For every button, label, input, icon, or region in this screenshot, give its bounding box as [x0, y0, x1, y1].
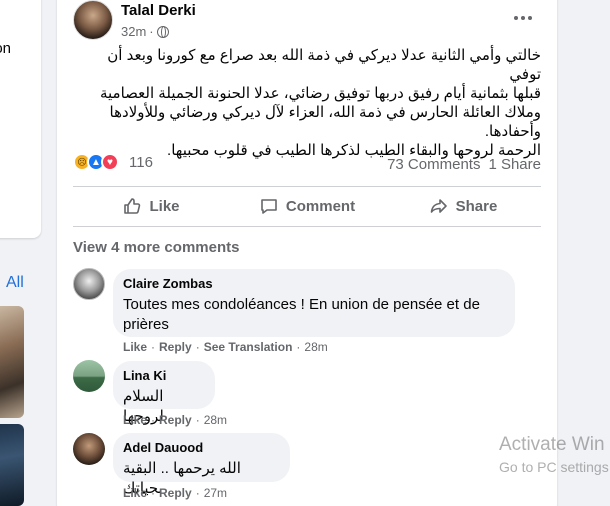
comment-like-link[interactable]: Like — [123, 486, 147, 500]
commenter-avatar[interactable] — [73, 268, 105, 300]
post-timestamp[interactable]: 32m — [121, 24, 146, 39]
comment-reply-link[interactable]: Reply — [159, 486, 192, 500]
story-thumbnail[interactable] — [0, 306, 24, 418]
watermark-line-2: Go to PC settings — [499, 459, 609, 475]
comment-like-link[interactable]: Like — [123, 340, 147, 354]
reaction-count: 116 — [129, 153, 153, 171]
globe-icon — [156, 25, 169, 38]
comment-actions: Like · Reply · 27m — [123, 486, 228, 500]
post-text-line: خالتي وأمي الثانية عدلا ديركي في ذمة الل… — [107, 47, 541, 83]
post-meta: 32m · — [121, 24, 169, 39]
divider — [73, 186, 541, 187]
post-author-avatar[interactable] — [73, 0, 113, 40]
see-all-link[interactable]: All — [6, 274, 24, 292]
post-text-line: وأحفادها. — [484, 123, 541, 140]
comment-actions: Like · Reply · See Translation · 28m — [123, 340, 328, 354]
comment-bubble: Lina Ki السلام لروحها — [113, 361, 215, 425]
engagement-counts: 73 Comments 1 Share — [387, 156, 541, 173]
love-reaction-icon: ♥ — [101, 153, 119, 171]
left-panel-card: on — [0, 0, 41, 238]
share-arrow-icon — [430, 199, 447, 213]
divider — [73, 226, 541, 227]
dot-icon — [521, 16, 525, 20]
comment-bubble-icon — [261, 199, 277, 214]
like-button[interactable]: Like — [73, 188, 229, 224]
dot-icon — [528, 16, 532, 20]
post-text-line: قبلها بثمانية أيام رفيق دربها توفيق رضائ… — [99, 85, 541, 102]
commenter-name[interactable]: Lina Ki — [123, 368, 203, 384]
commenter-avatar[interactable] — [73, 433, 105, 465]
comments-count-link[interactable]: 73 Comments — [387, 156, 480, 173]
reaction-summary[interactable]: ☹ ▲ ♥ 116 — [73, 153, 153, 171]
activation-watermark: Activate Win Go to PC settings — [499, 434, 609, 475]
commenter-name[interactable]: Adel Dauood — [123, 440, 278, 456]
comment-reply-link[interactable]: Reply — [159, 413, 192, 427]
comment-timestamp[interactable]: 27m — [204, 486, 227, 500]
comment-timestamp[interactable]: 28m — [204, 413, 227, 427]
story-thumbnail[interactable] — [0, 424, 24, 506]
see-translation-link[interactable]: See Translation — [204, 340, 293, 354]
comment-actions: Like · Reply · 28m — [123, 413, 228, 427]
thumbs-up-icon — [124, 198, 141, 214]
comment-like-link[interactable]: Like — [123, 413, 147, 427]
post-text-line: وملاك العائلة الحارس في ذمة الله، العزاء… — [109, 104, 541, 121]
shares-count-link[interactable]: 1 Share — [488, 156, 541, 173]
like-button-label: Like — [149, 197, 180, 215]
commenter-avatar[interactable] — [73, 360, 105, 392]
comment-reply-link[interactable]: Reply — [159, 340, 192, 354]
comment-timestamp[interactable]: 28m — [304, 340, 327, 354]
post-options-button[interactable] — [508, 8, 538, 28]
comment-button-label: Comment — [285, 197, 356, 215]
share-button-label: Share — [455, 197, 498, 215]
dot-icon — [514, 16, 518, 20]
post-author-name[interactable]: Talal Derki — [121, 2, 196, 19]
watermark-line-1: Activate Win — [499, 434, 605, 455]
commenter-name[interactable]: Claire Zombas — [123, 276, 503, 292]
comment-bubble: Adel Dauood الله يرحمها .. البقية بحياتك — [113, 433, 290, 497]
comment-bubble: Claire Zombas Toutes mes condoléances ! … — [113, 269, 515, 337]
post-action-bar: Like Comment Share — [73, 188, 541, 224]
left-panel-fragment-text: on — [0, 40, 11, 57]
share-button[interactable]: Share — [385, 188, 541, 224]
view-more-comments-link[interactable]: View 4 more comments — [73, 239, 239, 256]
post-body-text: خالتي وأمي الثانية عدلا ديركي في ذمة الل… — [73, 46, 541, 160]
comment-button[interactable]: Comment — [229, 188, 385, 224]
comment-text: Toutes mes condoléances ! En union de pe… — [123, 296, 480, 333]
